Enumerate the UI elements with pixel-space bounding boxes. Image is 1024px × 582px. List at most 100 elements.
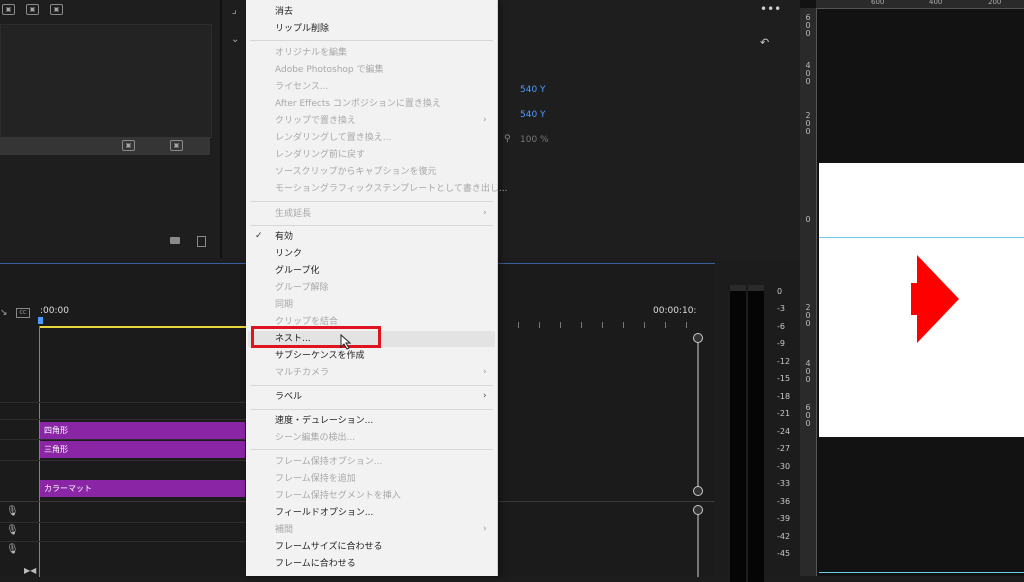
context-menu: 消去リップル削除オリジナルを編集 Adobe Photoshop で編集 ライセンス… <box>246 0 507 576</box>
menu-separator <box>250 225 493 226</box>
program-monitor: 600 400 200 6 0 0 4 0 0 2 0 0 0 2 0 0 4 … <box>800 0 1024 576</box>
folder-badge-icon[interactable]: ▣ <box>50 4 63 15</box>
menu-item: フレーム保持を追加 <box>275 474 356 484</box>
submenu-arrow-icon: › <box>483 115 487 125</box>
menu-item: マルチカメラ <box>275 368 330 378</box>
bin-icon[interactable]: ▣ <box>26 4 39 15</box>
menu-item: フレーム保持オプション... <box>275 457 383 467</box>
track-separator <box>0 439 246 440</box>
ruler-tick-label: 0 <box>805 127 811 136</box>
menu-item[interactable]: 消去 <box>275 5 293 19</box>
menu-item[interactable]: フィールドオプション... <box>275 506 373 520</box>
mouse-cursor-icon <box>340 333 352 354</box>
video-frame[interactable] <box>819 163 1024 437</box>
work-area-bar[interactable] <box>40 326 246 328</box>
menu-item[interactable]: ラベル <box>275 390 302 404</box>
guide-line <box>819 572 1024 573</box>
meter-db-label: -33 <box>777 479 791 488</box>
tick-strip <box>518 322 688 328</box>
menu-item[interactable]: グループ化 <box>275 264 319 278</box>
new-bin-icon[interactable] <box>170 237 180 244</box>
track-separator <box>0 419 246 420</box>
meter-db-label: -36 <box>777 497 791 506</box>
meter-db-label: -3 <box>777 304 785 313</box>
menu-item: シーン編集の検出... <box>275 433 356 443</box>
project-panel: ▣ ▣ ▣ ▣ ▣ <box>0 0 220 258</box>
meter-db-label: -6 <box>777 322 785 331</box>
menu-item: After Effects コンポジションに置き換え <box>275 99 441 109</box>
ruler-tick-label: 400 <box>929 0 943 6</box>
triangle-shape[interactable] <box>911 255 961 345</box>
ruler-tick-label: 200 <box>988 0 1002 6</box>
playhead-marker[interactable] <box>38 317 43 324</box>
ruler-tick-label: 0 <box>805 375 811 384</box>
menu-separator <box>250 201 493 202</box>
scroll-track-video[interactable] <box>697 337 699 489</box>
scroll-handle-top[interactable] <box>693 333 703 343</box>
menu-item: クリップで置き換え <box>275 116 357 126</box>
microphone-icon[interactable]: 🎙 <box>6 525 19 536</box>
meter-db-label: -15 <box>777 374 791 383</box>
microphone-icon[interactable]: 🎙 <box>6 506 19 517</box>
clip-rectangle[interactable]: 四角形 <box>40 422 245 439</box>
clip-icon: ▣ <box>122 140 135 151</box>
captions-icon[interactable]: CC <box>16 308 30 318</box>
position-y-value[interactable]: 540 Y <box>520 85 546 95</box>
menu-item[interactable]: 速度・デュレーション... <box>275 414 373 428</box>
meter-bar <box>748 285 764 582</box>
clip-triangle[interactable]: 三角形 <box>40 441 245 458</box>
menu-item[interactable]: リンク <box>275 247 302 261</box>
menu-item[interactable]: 有効 <box>275 230 293 244</box>
meter-db-label: 0 <box>777 287 783 296</box>
meter-db-label: -9 <box>777 339 785 348</box>
timecode-end: 00:00:10: <box>653 306 697 316</box>
project-list-area <box>0 24 212 138</box>
panel-grip-icon[interactable]: ⌟ <box>232 6 242 16</box>
anchor-y-value[interactable]: 540 Y <box>520 110 546 120</box>
chevron-down-icon[interactable]: ⌄ <box>231 34 239 45</box>
snap-icon[interactable]: ↘ <box>0 308 8 318</box>
microphone-icon[interactable]: 🎙 <box>6 544 19 555</box>
menu-item: ライセンス... <box>275 82 329 92</box>
meter-db-label: -39 <box>777 514 791 523</box>
clip-color-matte[interactable]: カラーマット <box>40 480 245 497</box>
meter-bar <box>730 285 746 582</box>
skip-icon[interactable]: ▶◀ <box>24 566 36 575</box>
scroll-handle-top[interactable] <box>693 505 703 515</box>
ruler-tick-label: 0 <box>805 29 811 38</box>
more-menu-icon[interactable]: ••• <box>760 2 781 16</box>
ruler-tick-label: 600 <box>871 0 885 6</box>
project-row-selected[interactable]: ▣ ▣ <box>0 137 210 155</box>
meter-db-label: -12 <box>777 357 791 366</box>
menu-item[interactable]: リップル削除 <box>275 22 329 36</box>
menu-separator <box>250 449 493 450</box>
ruler-top: 600 400 200 <box>816 0 1024 9</box>
link-icon[interactable]: ⚲ <box>504 134 511 144</box>
trash-icon[interactable] <box>197 236 206 247</box>
meter-db-label: -18 <box>777 392 791 401</box>
meter-db-label: -30 <box>777 462 791 471</box>
menu-item[interactable]: フレームに合わせる <box>275 557 356 571</box>
meter-db-label: -21 <box>777 409 791 418</box>
menu-item: 補間 <box>275 525 294 535</box>
menu-item: 同期 <box>275 300 294 310</box>
menu-separator <box>250 409 493 410</box>
scroll-track-audio[interactable] <box>697 509 699 577</box>
meter-db-label: -24 <box>777 427 791 436</box>
menu-item[interactable]: フレームサイズに合わせる <box>275 540 382 554</box>
menu-item: Adobe Photoshop で編集 <box>275 65 384 75</box>
menu-item: グループ解除 <box>275 283 329 293</box>
ruler-tick-label: 0 <box>805 215 811 224</box>
track-separator <box>0 522 246 523</box>
meter-db-label: -27 <box>777 444 791 453</box>
menu-item: ソースクリップからキャプションを復元 <box>275 167 437 177</box>
track-separator <box>0 541 246 542</box>
submenu-arrow-icon: › <box>483 524 487 534</box>
menu-item: オリジナルを編集 <box>275 48 348 58</box>
ruler-left: 6 0 0 4 0 0 2 0 0 0 2 0 0 4 0 0 6 0 0 <box>800 8 817 576</box>
clip-icon: ▣ <box>170 140 183 151</box>
reset-icon[interactable]: ↶ <box>760 36 769 49</box>
scroll-handle-bottom[interactable] <box>693 486 703 496</box>
menu-item: レンダリング前に戻す <box>275 150 366 160</box>
clip-icon[interactable]: ▣ <box>2 4 15 15</box>
